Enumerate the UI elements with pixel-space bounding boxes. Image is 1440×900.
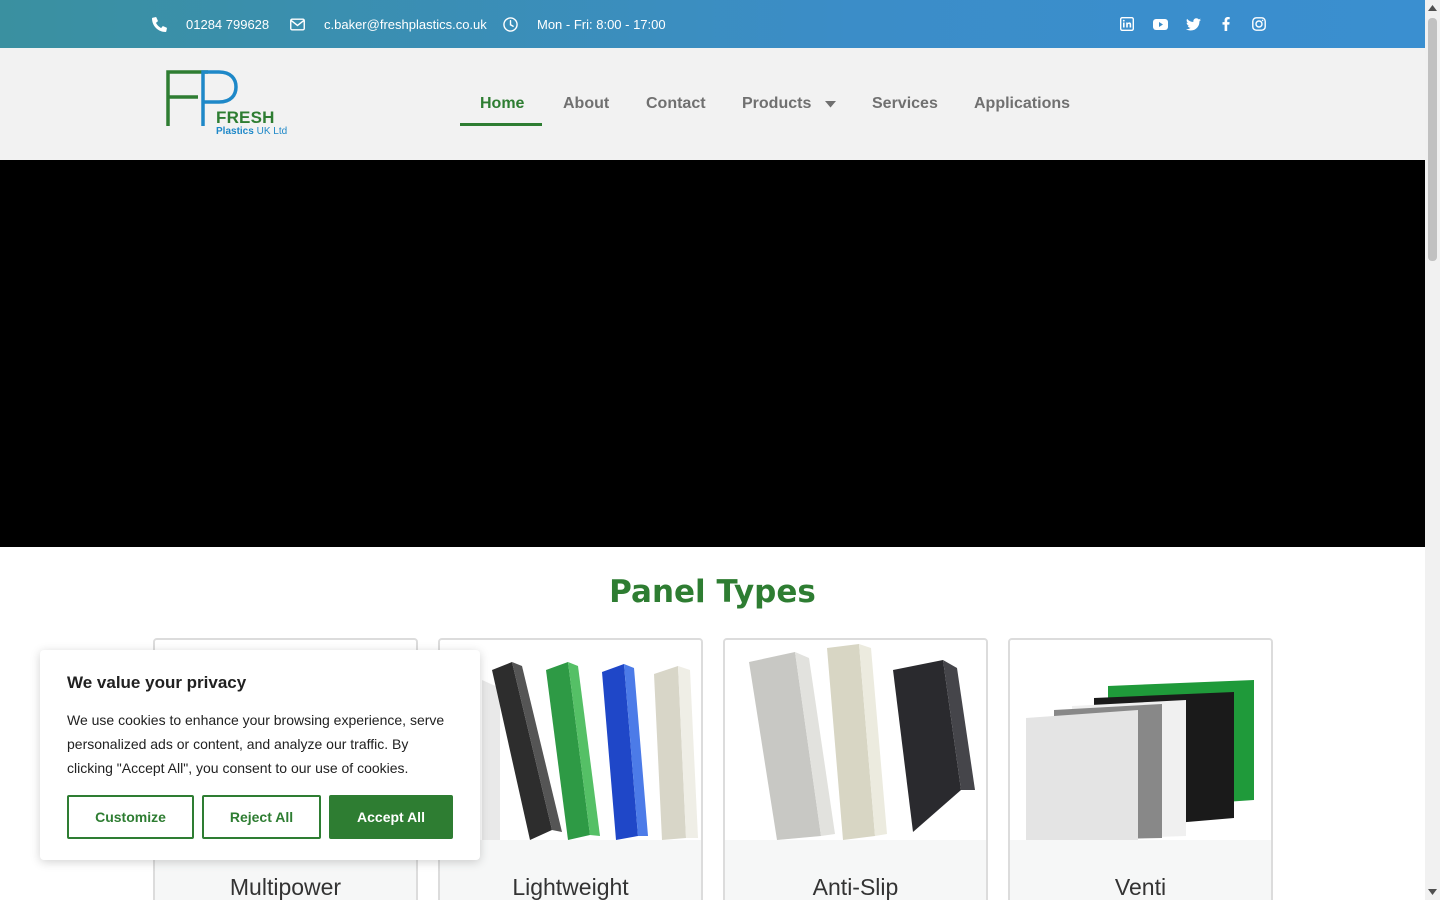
panel-title: Multipower	[229, 874, 342, 900]
page: 01284 799628 c.baker@freshplastics.co.uk…	[0, 0, 1425, 900]
youtube-icon	[1152, 18, 1168, 30]
envelope-icon	[290, 17, 305, 31]
panel-card-venti[interactable]: Venti	[1008, 638, 1273, 900]
scroll-down-arrow-icon[interactable]	[1428, 887, 1437, 896]
nav-about[interactable]: About	[563, 48, 609, 160]
site-header: FRESH Plastics UK Ltd Home About Contact…	[0, 48, 1425, 160]
customize-button[interactable]: Customize	[67, 795, 194, 839]
nav-products[interactable]: Products	[742, 48, 837, 160]
nav-contact[interactable]: Contact	[646, 48, 706, 160]
opening-hours: Mon - Fri: 8:00 - 17:00	[503, 0, 666, 48]
cookie-title: We value your privacy	[67, 673, 247, 692]
scrollbar-thumb[interactable]	[1428, 18, 1437, 261]
twitter-icon	[1185, 17, 1201, 30]
panel-title: Venti	[1114, 874, 1167, 900]
phone-link[interactable]: 01284 799628	[152, 0, 269, 48]
hours-text: Mon - Fri: 8:00 - 17:00	[537, 16, 666, 32]
logo-ukltd-word: UK Ltd	[256, 126, 288, 137]
nav-home[interactable]: Home	[480, 48, 524, 160]
linkedin-icon	[1120, 17, 1134, 31]
panel-image	[725, 640, 986, 840]
scroll-up-arrow-icon[interactable]	[1428, 3, 1437, 12]
panel-title: Anti-Slip	[812, 874, 899, 900]
email-address: c.baker@freshplastics.co.uk	[324, 16, 487, 32]
hero-video[interactable]	[0, 160, 1425, 547]
accept-all-button[interactable]: Accept All	[329, 795, 453, 839]
page-scrollbar[interactable]	[1425, 0, 1440, 900]
cookie-consent-banner: We value your privacy We use cookies to …	[40, 650, 480, 860]
top-contact-bar: 01284 799628 c.baker@freshplastics.co.uk…	[0, 0, 1425, 48]
nav-products-label: Products	[742, 95, 812, 112]
phone-icon	[152, 16, 167, 32]
facebook-link[interactable]	[1218, 0, 1234, 48]
reject-all-button[interactable]: Reject All	[202, 795, 321, 839]
logo-plastics-word: Plastics	[216, 126, 254, 137]
phone-number: 01284 799628	[186, 16, 270, 32]
cookie-text: We use cookies to enhance your browsing …	[67, 712, 445, 776]
email-link[interactable]: c.baker@freshplastics.co.uk	[290, 0, 487, 48]
nav-applications[interactable]: Applications	[974, 48, 1070, 160]
panel-card-anti-slip[interactable]: Anti-Slip	[723, 638, 988, 900]
instagram-link[interactable]	[1251, 0, 1267, 48]
facebook-icon	[1222, 17, 1230, 31]
clock-icon	[503, 16, 518, 32]
nav-services[interactable]: Services	[872, 48, 938, 160]
logo-fresh-text: FRESH	[216, 108, 275, 127]
panel-image	[1010, 640, 1271, 840]
linkedin-link[interactable]	[1119, 0, 1135, 48]
section-title: Panel Types	[609, 574, 816, 610]
panel-title: Lightweight	[512, 874, 629, 900]
fresh-plastics-logo[interactable]: FRESH Plastics UK Ltd	[160, 66, 295, 144]
logo-plastics-text: Plastics UK Ltd	[216, 126, 287, 137]
nav-active-indicator	[460, 123, 542, 126]
caret-down-icon	[825, 100, 837, 107]
instagram-icon	[1252, 17, 1266, 31]
twitter-link[interactable]	[1185, 0, 1201, 48]
youtube-link[interactable]	[1152, 0, 1168, 48]
